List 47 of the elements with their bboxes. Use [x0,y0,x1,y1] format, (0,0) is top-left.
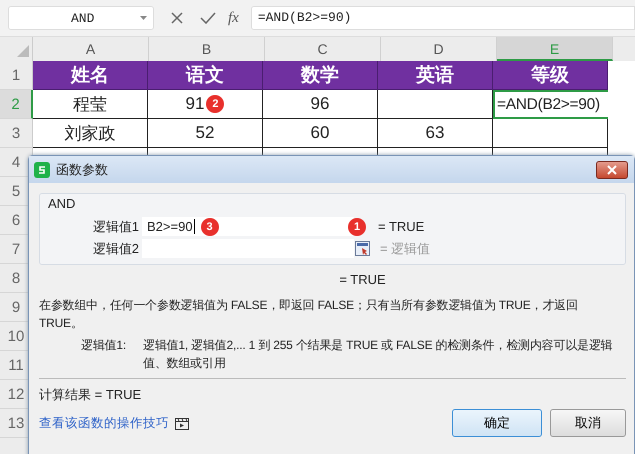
header-cell: 英语 [378,61,493,90]
close-button[interactable] [596,160,628,178]
table-cell: 91 2 [148,90,263,119]
table-cell: 63 [378,119,493,148]
step-badge: 2 [206,95,224,113]
argument-label: 逻辑值1 [92,218,140,236]
calculation-result: 计算结果 = TRUE [39,378,626,404]
dropdown-icon [140,16,147,20]
argument-help-text: 逻辑值1, 逻辑值2,... 1 到 255 个结果是 TRUE 或 FALSE 的检测条件，检测内容可以是逻辑值、数组或引用 [143,337,614,372]
range-select-icon[interactable] [355,241,370,256]
cancel-button[interactable]: 取消 [550,409,626,437]
app-logo-icon [34,162,50,178]
help-link[interactable]: 查看该函数的操作技巧 [39,414,169,432]
table-cell: 96 [263,90,378,119]
row-header[interactable]: 3 [0,119,33,148]
argument-field[interactable] [142,239,354,258]
function-button[interactable]: fx [228,10,239,26]
row-header[interactable]: 1 [0,61,33,90]
argument-label: 逻辑值2 [92,240,140,258]
table-cell: 程莹 [33,90,148,119]
table-cell: 52 [148,119,263,148]
formula-field[interactable]: =AND(B2>=90) [250,6,635,30]
header-cell: 等级 [493,61,608,90]
name-box[interactable]: AND [8,6,154,30]
function-name: AND [48,196,76,211]
step-badge: 3 [200,218,219,236]
video-icon[interactable] [175,416,189,430]
function-result: = TRUE [338,272,387,287]
close-icon[interactable] [170,11,184,25]
close-icon [606,164,618,174]
table-cell: 60 [263,119,378,148]
header-cell: 语文 [148,61,263,90]
argument-help-label: 逻辑值1: [81,337,128,354]
function-description: 在参数组中，任何一个参数逻辑值为 FALSE，即返回 FALSE；只有当所有参数逻辑值为 TRUE，才返回 TRUE。 [39,297,579,332]
table-cell: =AND(B2>=90) [493,90,608,119]
argument-result: = 逻辑值 [380,240,430,258]
checkmark-icon[interactable] [200,11,216,25]
table-cell: 刘家政 [33,119,148,148]
step-badge: 1 [348,218,366,236]
argument-field[interactable]: B2>=90 3 [142,217,354,236]
header-cell: 姓名 [33,61,148,90]
column-header[interactable]: E [497,37,613,61]
argument-result: = TRUE [378,219,424,234]
row-header[interactable]: 2 [0,90,33,119]
ok-button[interactable]: 确定 [452,409,542,437]
dialog-title: 函数参数 [56,160,109,178]
header-cell: 数学 [263,61,378,90]
